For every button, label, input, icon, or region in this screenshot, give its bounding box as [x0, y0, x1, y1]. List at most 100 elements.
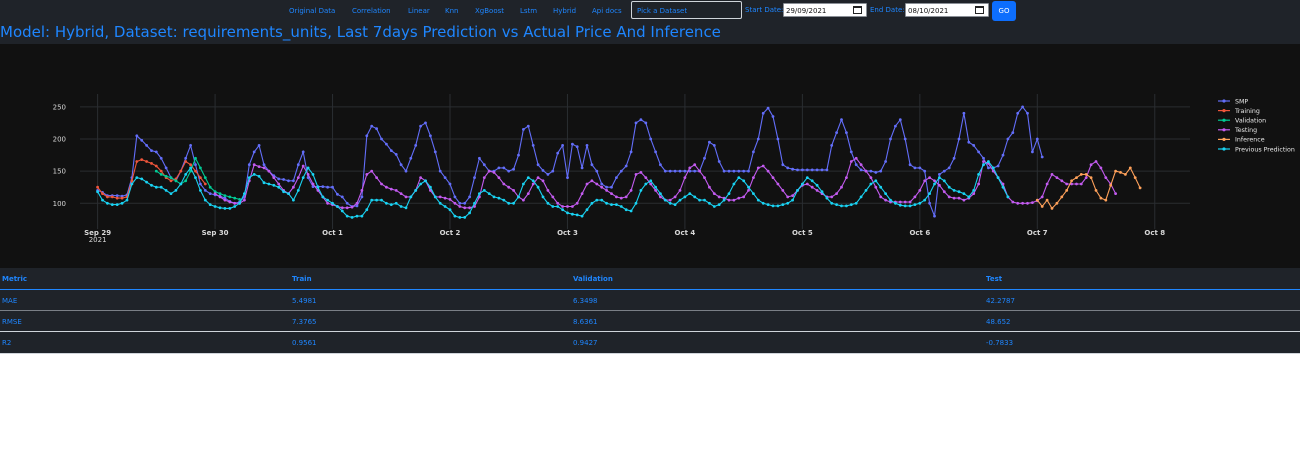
- data-point-testing: [482, 176, 486, 180]
- nav-correlation[interactable]: Correlation: [352, 7, 391, 15]
- data-point-previous-prediction: [453, 214, 457, 218]
- data-point-previous-prediction: [663, 198, 667, 202]
- data-point-previous-prediction: [894, 201, 897, 205]
- data-point-testing: [448, 198, 452, 201]
- data-point-previous-prediction: [698, 198, 701, 202]
- data-point-smp: [879, 169, 883, 173]
- data-point-testing: [306, 173, 310, 176]
- data-point-testing: [752, 176, 755, 180]
- data-point-training: [140, 158, 144, 161]
- page-title: Model: Hybrid, Dataset: requirements_uni…: [0, 23, 1300, 45]
- data-point-previous-prediction: [350, 216, 354, 219]
- data-point-smp: [717, 160, 721, 163]
- x-tick-label: Oct 8: [1144, 229, 1165, 237]
- data-point-training: [96, 185, 99, 189]
- data-point-previous-prediction: [566, 211, 569, 215]
- data-point-testing: [355, 201, 359, 205]
- data-point-previous-prediction: [164, 189, 168, 192]
- data-point-previous-prediction: [590, 201, 594, 205]
- data-point-smp: [409, 156, 413, 160]
- data-point-previous-prediction: [429, 185, 432, 189]
- data-point-smp: [776, 137, 780, 141]
- metric-name: MAE: [2, 297, 18, 305]
- data-point-smp: [154, 150, 158, 154]
- data-point-testing: [869, 176, 873, 180]
- calendar-icon[interactable]: [975, 6, 984, 14]
- data-point-previous-prediction: [1001, 185, 1005, 189]
- data-point-validation: [174, 179, 178, 183]
- data-point-smp: [962, 111, 966, 115]
- data-point-smp: [869, 169, 873, 173]
- data-point-testing: [1094, 160, 1098, 163]
- data-point-smp: [874, 171, 878, 174]
- data-point-validation: [159, 173, 163, 176]
- data-point-previous-prediction: [238, 201, 242, 205]
- data-point-smp: [654, 150, 657, 154]
- data-point-testing: [453, 201, 457, 205]
- data-point-validation: [194, 156, 197, 160]
- data-point-inference: [1075, 176, 1078, 180]
- nav-knn[interactable]: Knn: [445, 7, 458, 15]
- nav-original-data[interactable]: Original Data: [289, 7, 335, 15]
- data-point-smp: [996, 164, 1000, 168]
- data-point-testing: [678, 189, 682, 192]
- data-point-previous-prediction: [639, 189, 643, 192]
- data-point-previous-prediction: [996, 176, 1000, 180]
- data-point-testing: [928, 176, 931, 180]
- data-point-previous-prediction: [766, 203, 770, 207]
- data-point-smp: [199, 182, 202, 186]
- nav-lstm[interactable]: Lstm: [520, 7, 537, 15]
- data-point-smp: [115, 194, 119, 198]
- data-point-previous-prediction: [1006, 195, 1010, 199]
- data-point-previous-prediction: [551, 205, 555, 208]
- data-point-smp: [923, 169, 927, 173]
- data-point-previous-prediction: [771, 204, 775, 208]
- data-point-previous-prediction: [776, 204, 780, 208]
- nav-linear[interactable]: Linear: [408, 7, 430, 15]
- data-point-testing: [815, 189, 819, 192]
- data-point-testing: [267, 169, 271, 173]
- data-point-previous-prediction: [189, 166, 193, 170]
- end-date-input[interactable]: 08/10/2021: [905, 3, 989, 17]
- data-point-testing: [292, 185, 295, 189]
- go-button[interactable]: GO: [992, 1, 1016, 21]
- dataset-select[interactable]: Pick a Dataset: [631, 1, 742, 19]
- data-point-inference: [1128, 166, 1132, 170]
- data-point-smp: [898, 118, 902, 122]
- data-point-previous-prediction: [282, 190, 285, 194]
- start-date-input[interactable]: 29/09/2021: [783, 3, 867, 17]
- data-point-previous-prediction: [967, 195, 971, 199]
- data-point-testing: [380, 182, 383, 186]
- data-point-testing: [365, 173, 369, 176]
- data-point-testing: [605, 189, 608, 192]
- data-point-testing: [933, 179, 936, 183]
- data-point-smp: [663, 169, 667, 173]
- data-point-smp: [820, 168, 824, 172]
- data-point-smp: [526, 124, 530, 128]
- nav-hybrid[interactable]: Hybrid: [553, 7, 576, 15]
- calendar-icon[interactable]: [853, 6, 862, 14]
- data-point-previous-prediction: [101, 198, 104, 202]
- data-point-smp: [1026, 111, 1029, 115]
- data-point-testing: [830, 195, 834, 199]
- data-point-validation: [228, 195, 232, 199]
- data-point-testing: [1060, 179, 1064, 183]
- data-point-previous-prediction: [287, 192, 290, 196]
- data-point-smp: [512, 167, 515, 171]
- x-tick-label: Oct 7: [1027, 229, 1048, 237]
- data-point-testing: [703, 176, 706, 180]
- nav-xgboost[interactable]: XgBoost: [475, 7, 504, 15]
- data-point-smp: [957, 137, 961, 141]
- data-point-testing: [458, 205, 462, 208]
- data-point-testing: [385, 185, 388, 189]
- data-point-inference: [1104, 198, 1108, 202]
- start-date-value: 29/09/2021: [786, 7, 827, 15]
- data-point-testing: [712, 192, 716, 196]
- metric-name: R2: [2, 339, 12, 347]
- data-point-testing: [649, 182, 653, 186]
- data-point-smp: [952, 156, 956, 160]
- data-point-testing: [575, 201, 579, 205]
- data-point-previous-prediction: [708, 201, 711, 205]
- data-point-previous-prediction: [433, 195, 437, 199]
- nav-api-docs[interactable]: Api docs: [592, 7, 622, 15]
